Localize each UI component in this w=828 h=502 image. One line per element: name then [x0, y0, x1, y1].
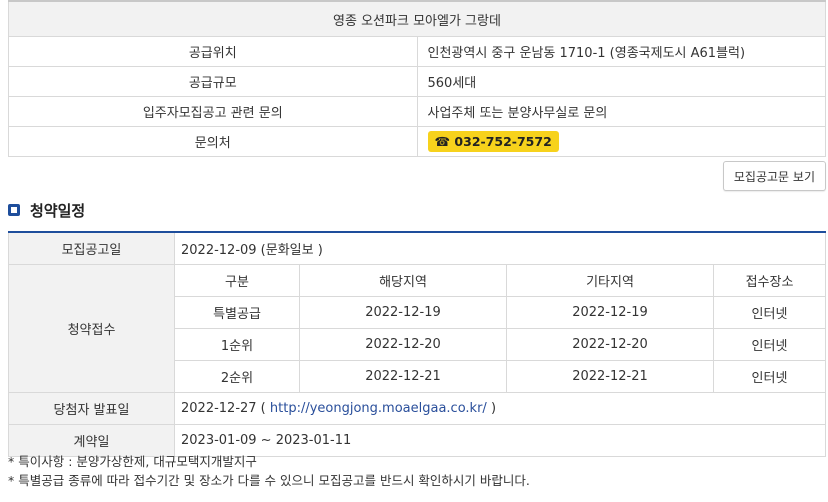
column-header: 구분 — [175, 265, 300, 297]
notes: * 특이사항 : 분양가상한제, 대규모택지개발지구 * 특별공급 종류에 따라… — [8, 452, 530, 490]
schedule-table: 모집공고일 2022-12-09 (문화일보 ) 청약접수 구분 해당지역 기타… — [8, 231, 826, 457]
info-value: 사업주체 또는 분양사무실로 문의 — [416, 96, 826, 127]
schedule-label: 모집공고일 — [8, 231, 175, 265]
column-header: 접수장소 — [713, 265, 825, 297]
table-cell: 인터넷 — [713, 360, 825, 392]
info-row-inquiry: 입주자모집공고 관련 문의 사업주체 또는 분양사무실로 문의 — [8, 96, 826, 127]
receipt-subtable: 구분 해당지역 기타지역 접수장소 특별공급 2022-12-19 2022-1… — [175, 265, 825, 392]
note-line: * 특이사항 : 분양가상한제, 대규모택지개발지구 — [8, 454, 257, 469]
winner-date: 2022-12-27 ( — [181, 401, 270, 416]
table-cell: 2022-12-20 — [506, 328, 714, 361]
schedule-row-receipt: 청약접수 구분 해당지역 기타지역 접수장소 특별공급 2022-12-19 2… — [8, 264, 826, 393]
info-row-location: 공급위치 인천광역시 중구 운남동 1710-1 (영종국제도시 A61블럭) — [8, 36, 826, 67]
section-title: 청약일정 — [30, 201, 86, 220]
table-cell: 2순위 — [175, 360, 300, 392]
info-label: 공급규모 — [8, 66, 418, 97]
phone-badge[interactable]: ☎ 032-752-7572 — [427, 131, 559, 152]
table-cell: 인터넷 — [713, 328, 825, 361]
table-row: 특별공급 2022-12-19 2022-12-19 인터넷 — [175, 296, 825, 329]
square-bullet-icon — [8, 204, 20, 216]
table-cell: 인터넷 — [713, 296, 825, 329]
table-cell: 2022-12-21 — [299, 360, 507, 392]
receipt-header-row: 구분 해당지역 기타지역 접수장소 — [175, 265, 825, 297]
info-value: 560세대 — [416, 66, 826, 97]
section-heading: 청약일정 — [8, 198, 85, 222]
info-label: 입주자모집공고 관련 문의 — [8, 96, 418, 127]
table-row: 1순위 2022-12-20 2022-12-20 인터넷 — [175, 328, 825, 361]
info-label: 공급위치 — [8, 36, 418, 67]
schedule-row-winner: 당첨자 발표일 2022-12-27 ( http://yeongjong.mo… — [8, 392, 826, 425]
complex-title: 영종 오션파크 모아엘가 그랑데 — [8, 0, 826, 37]
column-header: 해당지역 — [299, 265, 507, 297]
table-cell: 특별공급 — [175, 296, 300, 329]
view-notice-button[interactable]: 모집공고문 보기 — [722, 161, 826, 191]
table-cell: 1순위 — [175, 328, 300, 361]
apartment-info-panel: 영종 오션파크 모아엘가 그랑데 공급위치 인천광역시 중구 운남동 1710-… — [8, 0, 826, 488]
winner-close: ) — [486, 401, 497, 416]
info-row-contact: 문의처 ☎ 032-752-7572 — [8, 126, 826, 157]
table-cell: 2022-12-20 — [299, 328, 507, 361]
table-cell: 2022-12-19 — [299, 296, 507, 329]
table-row: 2순위 2022-12-21 2022-12-21 인터넷 — [175, 360, 825, 392]
table-cell: 2022-12-19 — [506, 296, 714, 329]
table-cell: 2022-12-21 — [506, 360, 714, 392]
info-value: 인천광역시 중구 운남동 1710-1 (영종국제도시 A61블럭) — [416, 36, 826, 67]
schedule-value: 2022-12-09 (문화일보 ) — [174, 231, 826, 265]
column-header: 기타지역 — [506, 265, 714, 297]
note-line: * 특별공급 종류에 따라 접수기간 및 장소가 다를 수 있으니 모집공고를 … — [8, 473, 530, 488]
info-row-scale: 공급규모 560세대 — [8, 66, 826, 97]
schedule-label: 당첨자 발표일 — [8, 392, 175, 425]
homepage-link[interactable]: http://yeongjong.moaelgaa.co.kr/ — [270, 401, 487, 416]
schedule-row-announce: 모집공고일 2022-12-09 (문화일보 ) — [8, 231, 826, 265]
supply-info-table: 영종 오션파크 모아엘가 그랑데 공급위치 인천광역시 중구 운남동 1710-… — [8, 0, 826, 157]
info-label: 문의처 — [8, 126, 418, 157]
schedule-label: 청약접수 — [8, 264, 175, 393]
